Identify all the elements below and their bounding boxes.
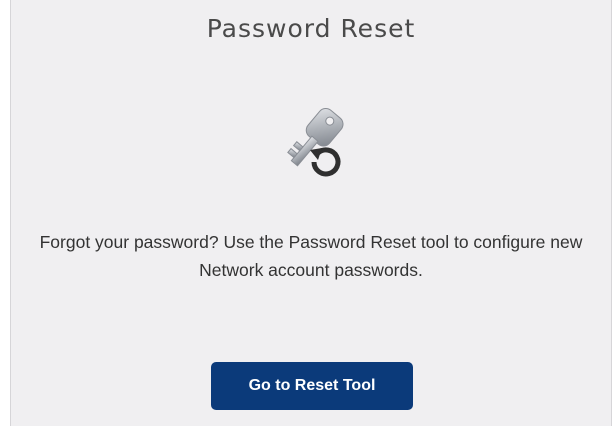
card-description: Forgot your password? Use the Password R… <box>39 232 583 280</box>
go-to-reset-tool-button[interactable]: Go to Reset Tool <box>211 362 413 410</box>
card-title: Password Reset <box>206 14 416 43</box>
password-reset-card: Password Reset Forgot your password? Use… <box>10 0 612 426</box>
key-reset-icon <box>274 102 356 184</box>
